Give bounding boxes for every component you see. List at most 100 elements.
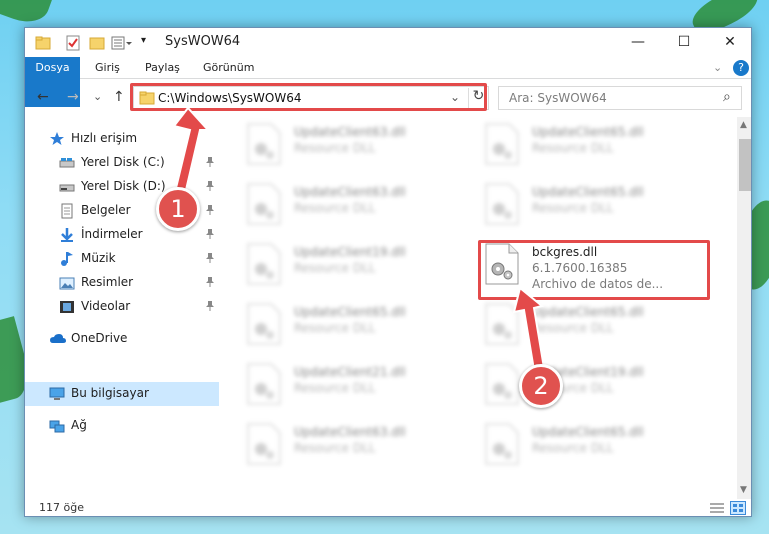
sidebar-item-this-pc[interactable]: Bu bilgisayar bbox=[25, 382, 219, 406]
pin-icon[interactable] bbox=[205, 276, 215, 291]
file-type: Resource DLL bbox=[294, 201, 376, 215]
file-type: Resource DLL bbox=[532, 201, 614, 215]
sidebar-item-label: Müzik bbox=[81, 251, 116, 265]
network-icon bbox=[49, 418, 65, 434]
dll-file-icon bbox=[247, 183, 281, 225]
step-badge-1: 1 bbox=[156, 187, 200, 231]
maximize-button[interactable]: ☐ bbox=[661, 28, 707, 57]
music-icon bbox=[59, 251, 75, 267]
sidebar-item-label: Ağ bbox=[71, 418, 87, 432]
sidebar-item-onedrive[interactable]: OneDrive bbox=[25, 327, 219, 351]
file-type: Resource DLL bbox=[294, 381, 376, 395]
dll-file-icon bbox=[485, 123, 519, 165]
drive-icon bbox=[59, 179, 75, 195]
minimize-button[interactable]: — bbox=[615, 28, 661, 57]
sidebar-item-label: Yerel Disk (D:) bbox=[81, 179, 166, 193]
address-bar-highlight bbox=[130, 83, 487, 111]
sidebar-item-music[interactable]: Müzik bbox=[25, 247, 219, 271]
sidebar-item-label: Videolar bbox=[81, 299, 131, 313]
file-item[interactable]: UpdateClient63.dll Resource DLL bbox=[247, 181, 467, 231]
scrollbar-thumb[interactable] bbox=[739, 139, 751, 191]
search-box[interactable]: Ara: SysWOW64 ⌕ bbox=[498, 86, 742, 110]
vertical-scrollbar[interactable]: ▲ ▼ bbox=[737, 117, 751, 499]
pin-icon[interactable] bbox=[205, 300, 215, 315]
back-button[interactable]: ← bbox=[37, 89, 49, 105]
dll-file-icon bbox=[247, 123, 281, 165]
title-bar: ▾ SysWOW64 — ☐ ✕ bbox=[25, 28, 751, 57]
folder-icon[interactable] bbox=[35, 35, 51, 51]
properties-icon[interactable] bbox=[65, 35, 81, 51]
pictures-icon bbox=[59, 275, 75, 291]
scroll-down-icon[interactable]: ▼ bbox=[740, 485, 747, 495]
pin-icon[interactable] bbox=[205, 228, 215, 243]
download-icon bbox=[59, 227, 75, 243]
search-icon[interactable]: ⌕ bbox=[723, 89, 731, 105]
ribbon-expand-icon[interactable]: ⌄ bbox=[713, 57, 722, 79]
file-name: UpdateClient19.dll bbox=[294, 245, 406, 259]
file-item[interactable]: UpdateClient65.dll Resource DLL bbox=[485, 421, 705, 471]
close-button[interactable]: ✕ bbox=[707, 28, 751, 57]
tiles-view-icon[interactable] bbox=[730, 501, 746, 515]
computer-icon bbox=[49, 386, 65, 402]
forward-button[interactable]: → bbox=[67, 89, 79, 105]
window-title: SysWOW64 bbox=[165, 34, 241, 49]
file-name: UpdateClient65.dll bbox=[532, 425, 644, 439]
ribbon-tabs: Dosya Giriş Paylaş Görünüm ⌄ ? bbox=[25, 57, 751, 107]
item-count: 117 öğe bbox=[39, 501, 84, 514]
file-item[interactable]: UpdateClient63.dll Resource DLL bbox=[247, 421, 467, 471]
dll-file-icon bbox=[247, 363, 281, 405]
star-icon bbox=[49, 131, 65, 147]
file-item[interactable]: UpdateClient21.dll Resource DLL bbox=[247, 361, 467, 411]
tab-share[interactable]: Paylaş bbox=[145, 57, 180, 79]
file-type: Resource DLL bbox=[532, 141, 614, 155]
file-item[interactable]: UpdateClient65.dll Resource DLL bbox=[485, 121, 705, 171]
file-type: Resource DLL bbox=[294, 441, 376, 455]
file-name: UpdateClient65.dll bbox=[532, 185, 644, 199]
dll-file-icon bbox=[247, 243, 281, 285]
sidebar-item-videos[interactable]: Videolar bbox=[25, 295, 219, 319]
step-badge-2: 2 bbox=[519, 364, 563, 408]
details-view-icon[interactable] bbox=[709, 502, 725, 516]
drive-icon bbox=[59, 155, 75, 171]
pin-icon[interactable] bbox=[205, 252, 215, 267]
status-bar: 117 öğe bbox=[25, 499, 751, 516]
file-item[interactable]: UpdateClient65.dll Resource DLL bbox=[247, 301, 467, 351]
file-type: Resource DLL bbox=[294, 261, 376, 275]
sidebar-item-label: Bu bilgisayar bbox=[71, 386, 149, 400]
sidebar-item-label: Hızlı erişim bbox=[71, 131, 138, 145]
up-button[interactable]: ↑ bbox=[113, 89, 125, 105]
dll-file-icon bbox=[247, 303, 281, 345]
search-input[interactable]: Ara: SysWOW64 bbox=[509, 91, 607, 105]
tab-home[interactable]: Giriş bbox=[95, 57, 120, 79]
help-icon[interactable]: ? bbox=[733, 60, 749, 76]
sidebar-item-label: OneDrive bbox=[71, 331, 128, 345]
videos-icon bbox=[59, 299, 75, 315]
scroll-up-icon[interactable]: ▲ bbox=[740, 120, 747, 130]
file-item[interactable]: UpdateClient65.dll Resource DLL bbox=[485, 181, 705, 231]
documents-icon bbox=[59, 203, 75, 219]
customize-toolbar-icon[interactable] bbox=[111, 35, 133, 51]
file-type: Resource DLL bbox=[294, 141, 376, 155]
new-folder-icon[interactable] bbox=[89, 35, 105, 51]
file-name: UpdateClient21.dll bbox=[294, 365, 406, 379]
file-name: UpdateClient65.dll bbox=[532, 125, 644, 139]
file-item[interactable]: UpdateClient19.dll Resource DLL bbox=[247, 241, 467, 291]
sidebar-item-label: İndirmeler bbox=[81, 227, 143, 241]
sidebar-item-network[interactable]: Ağ bbox=[25, 414, 219, 438]
recent-locations-button[interactable]: ⌄ bbox=[93, 90, 102, 103]
dll-file-icon bbox=[485, 423, 519, 465]
tab-view[interactable]: Görünüm bbox=[203, 57, 254, 79]
sidebar-item-pictures[interactable]: Resimler bbox=[25, 271, 219, 295]
quick-access-dropdown-icon[interactable]: ▾ bbox=[141, 35, 146, 51]
desktop-leaf bbox=[0, 0, 56, 30]
sidebar-item-label: Belgeler bbox=[81, 203, 131, 217]
file-type: Resource DLL bbox=[532, 441, 614, 455]
sidebar-item-label: Resimler bbox=[81, 275, 134, 289]
dll-file-icon bbox=[485, 183, 519, 225]
file-item[interactable]: UpdateClient63.dll Resource DLL bbox=[247, 121, 467, 171]
file-name: UpdateClient63.dll bbox=[294, 185, 406, 199]
cloud-icon bbox=[49, 331, 66, 347]
file-type: Resource DLL bbox=[294, 321, 376, 335]
dll-file-icon bbox=[247, 423, 281, 465]
file-list: UpdateClient63.dll Resource DLL UpdateCl… bbox=[247, 121, 737, 501]
